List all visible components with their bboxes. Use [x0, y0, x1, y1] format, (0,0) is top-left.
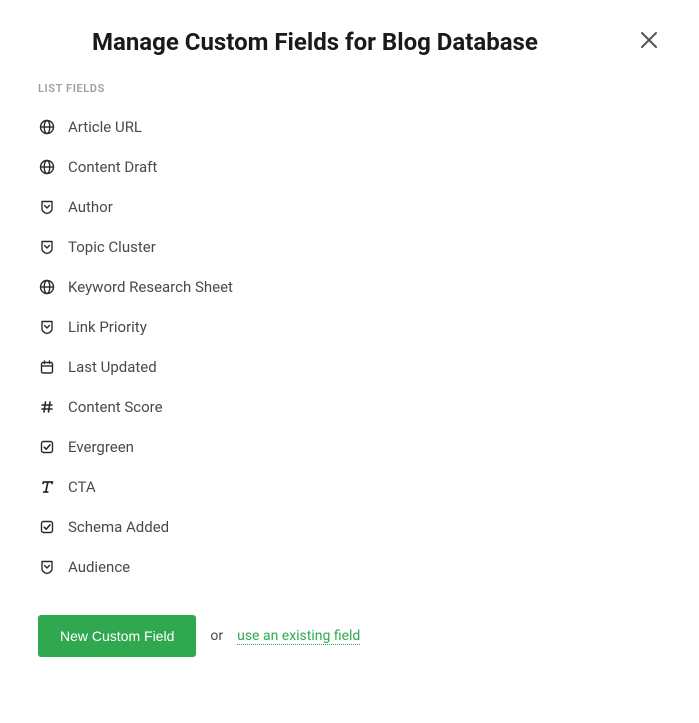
- field-item[interactable]: Evergreen: [38, 427, 661, 467]
- field-label: Last Updated: [68, 358, 157, 376]
- field-label: Audience: [68, 558, 130, 576]
- manage-custom-fields-modal: Manage Custom Fields for Blog Database L…: [0, 0, 699, 657]
- globe-icon: [38, 278, 56, 296]
- modal-header: Manage Custom Fields for Blog Database: [38, 0, 661, 64]
- close-button[interactable]: [637, 30, 661, 54]
- field-item[interactable]: Schema Added: [38, 507, 661, 547]
- shield-caret-icon: [38, 198, 56, 216]
- field-item[interactable]: Link Priority: [38, 307, 661, 347]
- shield-caret-icon: [38, 318, 56, 336]
- shield-caret-icon: [38, 558, 56, 576]
- shield-caret-icon: [38, 238, 56, 256]
- field-label: CTA: [68, 478, 96, 496]
- field-label: Content Score: [68, 398, 163, 416]
- field-label: Author: [68, 198, 113, 216]
- field-item[interactable]: Last Updated: [38, 347, 661, 387]
- field-item[interactable]: Author: [38, 187, 661, 227]
- use-existing-field-link[interactable]: use an existing field: [237, 628, 360, 645]
- calendar-icon: [38, 358, 56, 376]
- field-item[interactable]: CTA: [38, 467, 661, 507]
- field-label: Keyword Research Sheet: [68, 278, 233, 296]
- field-item[interactable]: Article URL: [38, 107, 661, 147]
- field-item[interactable]: Keyword Research Sheet: [38, 267, 661, 307]
- hash-icon: [38, 398, 56, 416]
- field-item[interactable]: Topic Cluster: [38, 227, 661, 267]
- checkbox-icon: [38, 438, 56, 456]
- checkbox-icon: [38, 518, 56, 536]
- field-label: Article URL: [68, 118, 142, 136]
- field-list: Article URL Content Draft Author Topic Clus…: [38, 107, 661, 587]
- field-item[interactable]: Content Score: [38, 387, 661, 427]
- modal-title: Manage Custom Fields for Blog Database: [92, 28, 538, 56]
- field-label: Content Draft: [68, 158, 157, 176]
- field-label: Schema Added: [68, 518, 169, 536]
- text-icon: [38, 478, 56, 496]
- section-label: LIST FIELDS: [38, 82, 661, 95]
- field-item[interactable]: Audience: [38, 547, 661, 587]
- close-icon: [639, 30, 659, 54]
- globe-icon: [38, 118, 56, 136]
- globe-icon: [38, 158, 56, 176]
- or-text: or: [210, 628, 223, 644]
- field-label: Evergreen: [68, 438, 134, 456]
- field-label: Link Priority: [68, 318, 147, 336]
- new-custom-field-button[interactable]: New Custom Field: [38, 615, 196, 657]
- field-item[interactable]: Content Draft: [38, 147, 661, 187]
- modal-footer: New Custom Field or use an existing fiel…: [38, 615, 661, 657]
- field-label: Topic Cluster: [68, 238, 156, 256]
